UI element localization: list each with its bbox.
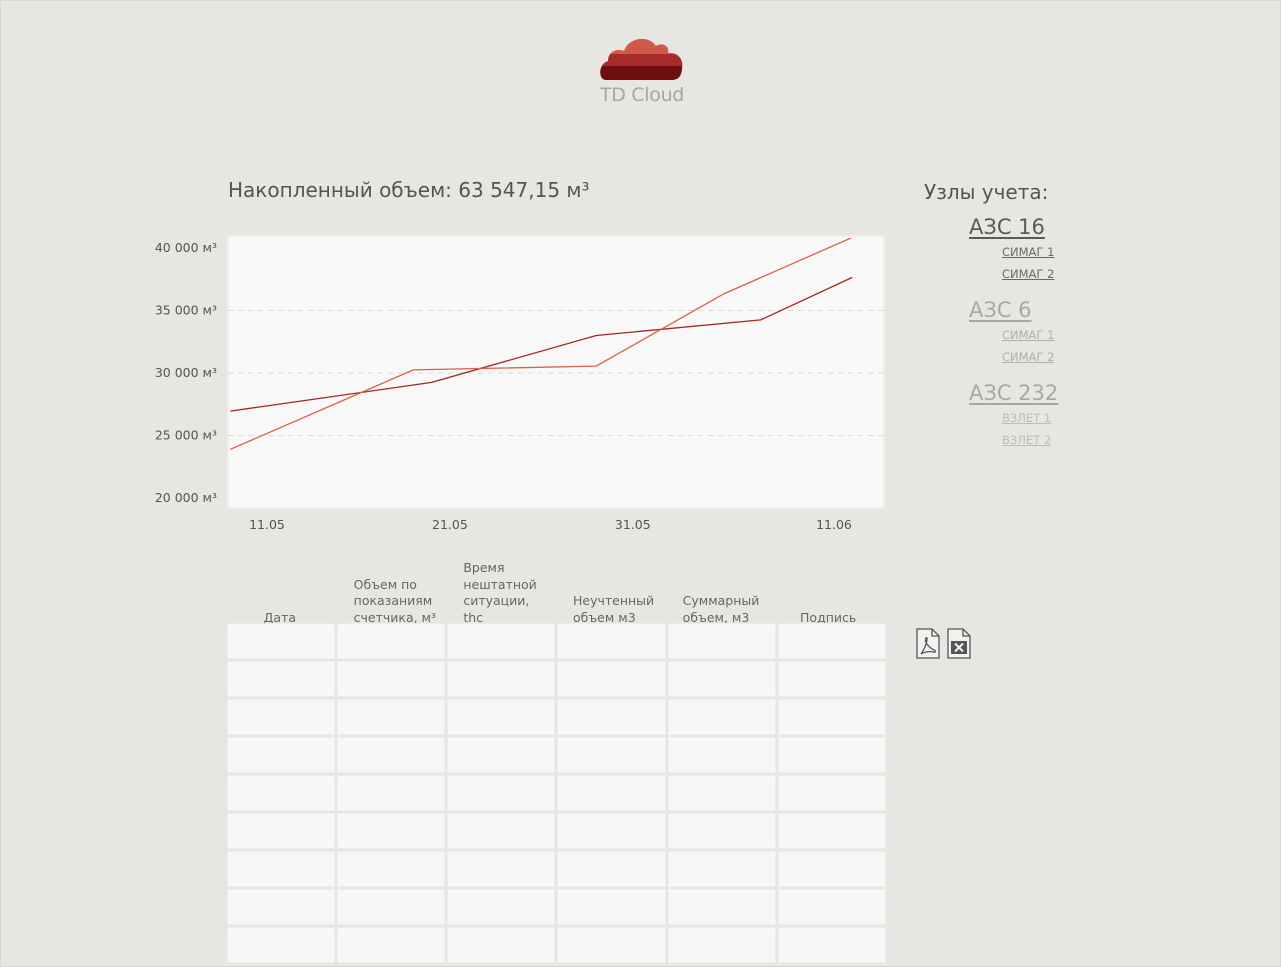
table-cell (557, 927, 666, 963)
node-group-azs-16: АЗС 16 СИМАГ 1 СИМАГ 2 (969, 215, 1054, 281)
logo-band-dark (600, 66, 683, 80)
logo[interactable]: TD Cloud (596, 34, 688, 110)
nodes-title: Узлы учета: (924, 180, 1049, 204)
table-cell (557, 699, 666, 735)
table-cell (777, 813, 886, 849)
y-tick-label: 20 000 м³ (155, 490, 217, 505)
table-cell (337, 775, 446, 811)
pdf-icon[interactable] (916, 628, 940, 659)
table-cell (227, 623, 336, 659)
table-cell (557, 623, 666, 659)
node-azs-6-link[interactable]: АЗС 6 (969, 298, 1054, 322)
table-cell (667, 737, 776, 773)
table-cell (337, 889, 446, 925)
header-emergency-time: Время нештатной ситуации, thc (463, 560, 537, 625)
excel-icon[interactable] (947, 628, 971, 659)
table-cell (447, 889, 556, 925)
table-cell (777, 889, 886, 925)
meter-simag-2-link[interactable]: СИМАГ 2 (1002, 350, 1054, 364)
table-cell (227, 889, 336, 925)
table-cell (557, 775, 666, 811)
total-volume-title: Накопленный объем: 63 547,15 м³ (228, 178, 590, 202)
meter-vzlet-2-link[interactable]: ВЗЛЕТ 2 (1002, 433, 1058, 447)
cloud-logo-icon (600, 38, 683, 80)
y-tick-label: 30 000 м³ (155, 365, 217, 380)
meter-vzlet-1-link[interactable]: ВЗЛЕТ 1 (1002, 411, 1058, 425)
table-cell (227, 927, 336, 963)
table-cell (337, 737, 446, 773)
table-cell (557, 661, 666, 697)
table-cell (447, 737, 556, 773)
table-cell (777, 775, 886, 811)
node-group-azs-232: АЗС 232 ВЗЛЕТ 1 ВЗЛЕТ 2 (969, 381, 1058, 447)
table-cell (447, 851, 556, 887)
node-azs-16-link[interactable]: АЗС 16 (969, 215, 1054, 239)
chart-plot-area (227, 235, 885, 509)
table-cell (557, 889, 666, 925)
table-cell (667, 851, 776, 887)
x-tick-label: 21.05 (432, 517, 468, 532)
x-tick-label: 11.05 (249, 517, 285, 532)
table-cell (777, 623, 886, 659)
table-cell (337, 623, 446, 659)
table-cell (447, 699, 556, 735)
table-cell (337, 699, 446, 735)
node-group-azs-6: АЗС 6 СИМАГ 1 СИМАГ 2 (969, 298, 1054, 364)
table-cell (227, 661, 336, 697)
table-cell (557, 813, 666, 849)
table-header: Дата Объем по показаниям счетчика, м³ Вр… (228, 560, 886, 625)
table-cell (337, 661, 446, 697)
table-cell (777, 699, 886, 735)
y-tick-label: 40 000 м³ (155, 240, 217, 255)
table-cell (667, 813, 776, 849)
table-cell (227, 737, 336, 773)
x-tick-label: 11.06 (816, 517, 852, 532)
logo-band-light (600, 38, 683, 54)
meter-simag-2-link[interactable]: СИМАГ 2 (1002, 267, 1054, 281)
table-cell (227, 851, 336, 887)
table-cell (667, 927, 776, 963)
y-tick-label: 25 000 м³ (155, 428, 217, 443)
table-cell (667, 889, 776, 925)
table-cell (337, 851, 446, 887)
table-cell (227, 813, 336, 849)
table-cell (337, 927, 446, 963)
table-cell (447, 813, 556, 849)
y-tick-label: 35 000 м³ (155, 303, 217, 318)
table-cell (777, 737, 886, 773)
table-cell (337, 813, 446, 849)
table-cell (447, 775, 556, 811)
table-cell (557, 851, 666, 887)
x-tick-label: 31.05 (615, 517, 651, 532)
node-azs-232-link[interactable]: АЗС 232 (969, 381, 1058, 405)
table-cell (777, 851, 886, 887)
meter-simag-1-link[interactable]: СИМАГ 1 (1002, 245, 1054, 259)
volume-line-chart: 40 000 м³ 35 000 м³ 30 000 м³ 25 000 м³ 20 0… (155, 235, 885, 532)
table-cell (667, 775, 776, 811)
table-cell (227, 775, 336, 811)
table-cell (557, 737, 666, 773)
table-cell (777, 661, 886, 697)
meter-simag-1-link[interactable]: СИМАГ 1 (1002, 328, 1054, 342)
logo-band-mid (600, 54, 683, 66)
table-cell (667, 661, 776, 697)
table-cell (777, 927, 886, 963)
data-table (226, 622, 887, 967)
table-cell (227, 699, 336, 735)
table-cell (447, 927, 556, 963)
table-cell (667, 623, 776, 659)
logo-text: TD Cloud (599, 84, 685, 106)
table-cell (667, 699, 776, 735)
table-cell (447, 661, 556, 697)
table-cell (447, 623, 556, 659)
